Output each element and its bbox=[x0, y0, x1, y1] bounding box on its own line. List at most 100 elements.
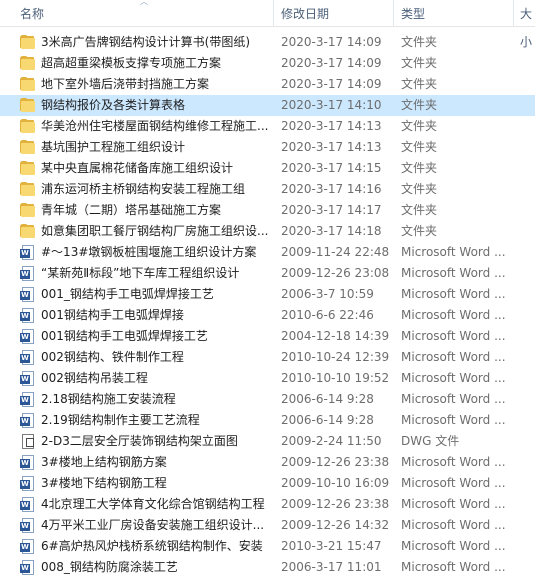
file-name: “某新苑Ⅱ标段”地下车库工程组织设计 bbox=[41, 266, 240, 280]
file-modified-date: 2004-12-18 14:39 bbox=[281, 329, 390, 343]
file-type: Microsoft Word ... bbox=[401, 266, 506, 280]
file-name: 青年城（二期）塔吊基础施工方案 bbox=[41, 203, 222, 217]
file-name: 6#高炉热风炉栈桥系统钢结构制作、安装 bbox=[41, 539, 263, 553]
folder-row[interactable]: 3米高广告牌钢结构设计计算书(带图纸) 2020-3-17 14:09 文件夹 bbox=[0, 32, 535, 53]
file-type: Microsoft Word ... bbox=[401, 329, 506, 343]
column-header-type[interactable]: 类型 bbox=[401, 0, 425, 26]
file-name: 某中央直属棉花储备库施工组织设计 bbox=[41, 161, 234, 175]
word-doc-icon: W bbox=[20, 350, 36, 365]
file-type: DWG 文件 bbox=[401, 434, 460, 448]
folder-row[interactable]: 如意集团职工餐厅钢结构厂房施工组织设... 2020-3-17 14:18 文件夹 bbox=[0, 221, 535, 242]
file-type: Microsoft Word ... bbox=[401, 539, 506, 553]
file-modified-date: 2010-10-24 12:39 bbox=[281, 350, 390, 364]
word-doc-icon: W bbox=[20, 560, 36, 575]
folder-icon bbox=[20, 35, 36, 50]
file-row[interactable]: W “某新苑Ⅱ标段”地下车库工程组织设计 2009-12-26 23:08 Micro… bbox=[0, 263, 535, 284]
folder-icon bbox=[20, 140, 36, 155]
file-name: 2.18钢结构施工安装流程 bbox=[41, 392, 176, 406]
file-row[interactable]: W 002钢结构吊装工程 2010-10-10 19:52 Microsoft Wor… bbox=[0, 368, 535, 389]
file-name: 3#楼地下结构钢筋工程 bbox=[41, 476, 167, 490]
file-type: Microsoft Word ... bbox=[401, 455, 506, 469]
file-modified-date: 2006-6-14 9:28 bbox=[281, 413, 374, 427]
word-doc-icon: W bbox=[20, 329, 36, 344]
file-type: Microsoft Word ... bbox=[401, 518, 506, 532]
column-header-size[interactable]: 大小 bbox=[520, 0, 535, 49]
folder-row[interactable]: 超高超重梁模板支撑专项施工方案 2020-3-17 14:09 文件夹 bbox=[0, 53, 535, 74]
folder-icon bbox=[20, 119, 36, 134]
file-modified-date: 2020-3-17 14:18 bbox=[281, 224, 382, 238]
file-type: 文件夹 bbox=[401, 77, 438, 91]
file-row[interactable]: W 2.19钢结构制作主要工艺流程 2006-6-14 9:28 Microsoft … bbox=[0, 410, 535, 431]
file-name: 如意集团职工餐厅钢结构厂房施工组织设... bbox=[41, 224, 269, 238]
folder-icon bbox=[20, 161, 36, 176]
file-modified-date: 2009-12-26 23:38 bbox=[281, 455, 390, 469]
folder-icon bbox=[20, 203, 36, 218]
word-doc-icon: W bbox=[20, 539, 36, 554]
folder-icon bbox=[20, 56, 36, 71]
word-doc-icon: W bbox=[20, 266, 36, 281]
file-modified-date: 2009-10-10 16:09 bbox=[281, 476, 390, 490]
file-modified-date: 2020-3-17 14:16 bbox=[281, 182, 382, 196]
word-doc-icon: W bbox=[20, 371, 36, 386]
folder-row[interactable]: 地下室外墙后浇带封挡施工方案 2020-3-17 14:09 文件夹 bbox=[0, 74, 535, 95]
file-modified-date: 2009-11-24 22:48 bbox=[281, 245, 390, 259]
word-doc-icon: W bbox=[20, 287, 36, 302]
column-header-date[interactable]: 修改日期 bbox=[281, 0, 329, 26]
file-modified-date: 2009-12-26 14:32 bbox=[281, 518, 390, 532]
file-list: 3米高广告牌钢结构设计计算书(带图纸) 2020-3-17 14:09 文件夹 超高超… bbox=[0, 32, 535, 578]
file-modified-date: 2009-12-26 23:38 bbox=[281, 497, 390, 511]
file-type: 文件夹 bbox=[401, 35, 438, 49]
file-modified-date: 2020-3-17 14:13 bbox=[281, 119, 382, 133]
file-modified-date: 2020-3-17 14:10 bbox=[281, 98, 382, 112]
file-type: Microsoft Word ... bbox=[401, 413, 506, 427]
column-divider[interactable] bbox=[393, 0, 394, 26]
column-header-name[interactable]: 名称 bbox=[20, 0, 44, 26]
file-row[interactable]: W 002钢结构、铁件制作工程 2010-10-24 12:39 Microsoft … bbox=[0, 347, 535, 368]
file-row[interactable]: W 3#楼地下结构钢筋工程 2009-10-10 16:09 Microsoft Wo… bbox=[0, 473, 535, 494]
file-row[interactable]: W 6#高炉热风炉栈桥系统钢结构制作、安装 2010-3-21 15:47 Micro… bbox=[0, 536, 535, 557]
folder-icon bbox=[20, 98, 36, 113]
file-row[interactable]: W 001钢结构手工电弧焊焊接工艺 2004-12-18 14:39 Microsof… bbox=[0, 326, 535, 347]
column-divider[interactable] bbox=[513, 0, 514, 26]
folder-row[interactable]: 华美沧州住宅楼屋面钢结构维修工程施工... 2020-3-17 14:13 文件夹 bbox=[0, 116, 535, 137]
folder-row[interactable]: 青年城（二期）塔吊基础施工方案 2020-3-17 14:17 文件夹 bbox=[0, 200, 535, 221]
file-row[interactable]: W 001钢结构手工电弧焊焊接 2010-6-6 22:46 Microsoft Wo… bbox=[0, 305, 535, 326]
file-type: 文件夹 bbox=[401, 98, 438, 112]
file-row[interactable]: W #～13#墩钢板桩围堰施工组织设计方案 2009-11-24 22:48 Micr… bbox=[0, 242, 535, 263]
file-name: 浦东运河桥主桥钢结构安装工程施工组 bbox=[41, 182, 246, 196]
folder-row[interactable]: 基坑围护工程施工组织设计 2020-3-17 14:13 文件夹 bbox=[0, 137, 535, 158]
folder-icon bbox=[20, 77, 36, 92]
file-modified-date: 2010-10-10 19:52 bbox=[281, 371, 390, 385]
file-modified-date: 2010-6-6 22:46 bbox=[281, 308, 374, 322]
file-name: 钢结构报价及各类计算表格 bbox=[41, 98, 186, 112]
file-row[interactable]: W 4北京理工大学体育文化综合馆钢结构工程 2009-12-26 23:38 Micr… bbox=[0, 494, 535, 515]
file-type: 文件夹 bbox=[401, 119, 438, 133]
file-name: 超高超重梁模板支撑专项施工方案 bbox=[41, 56, 222, 70]
file-type: Microsoft Word ... bbox=[401, 308, 506, 322]
column-divider[interactable] bbox=[273, 0, 274, 26]
file-name: 002钢结构、铁件制作工程 bbox=[41, 350, 184, 364]
file-name: 华美沧州住宅楼屋面钢结构维修工程施工... bbox=[41, 119, 269, 133]
file-name: 4北京理工大学体育文化综合馆钢结构工程 bbox=[41, 497, 265, 511]
file-row[interactable]: W 008_钢结构防腐涂装工艺 2006-3-17 11:01 Microsoft W… bbox=[0, 557, 535, 578]
file-type: Microsoft Word ... bbox=[401, 350, 506, 364]
folder-row[interactable]: 浦东运河桥主桥钢结构安装工程施工组 2020-3-17 14:16 文件夹 bbox=[0, 179, 535, 200]
folder-row[interactable]: 某中央直属棉花储备库施工组织设计 2020-3-17 14:15 文件夹 bbox=[0, 158, 535, 179]
word-doc-icon: W bbox=[20, 413, 36, 428]
file-name: 001钢结构手工电弧焊焊接工艺 bbox=[41, 329, 208, 343]
file-name: 001钢结构手工电弧焊焊接 bbox=[41, 308, 184, 322]
folder-icon bbox=[20, 182, 36, 197]
file-type: 文件夹 bbox=[401, 203, 438, 217]
file-row[interactable]: W 001_钢结构手工电弧焊焊接工艺 2006-3-7 10:59 Microsoft… bbox=[0, 284, 535, 305]
file-modified-date: 2006-3-7 10:59 bbox=[281, 287, 374, 301]
file-modified-date: 2020-3-17 14:13 bbox=[281, 140, 382, 154]
file-modified-date: 2009-12-26 23:08 bbox=[281, 266, 390, 280]
file-modified-date: 2009-2-24 11:50 bbox=[281, 434, 382, 448]
word-doc-icon: W bbox=[20, 245, 36, 260]
file-name: 3米高广告牌钢结构设计计算书(带图纸) bbox=[41, 35, 250, 49]
file-row[interactable]: W 2.18钢结构施工安装流程 2006-6-14 9:28 Microsoft Wo… bbox=[0, 389, 535, 410]
file-row[interactable]: W 3#楼地上结构钢筋方案 2009-12-26 23:38 Microsoft Wo… bbox=[0, 452, 535, 473]
file-row[interactable]: 2-D3二层安全厅装饰钢结构架立面图 2009-2-24 11:50 DWG 文件 bbox=[0, 431, 535, 452]
folder-row[interactable]: 钢结构报价及各类计算表格 2020-3-17 14:10 文件夹 bbox=[0, 95, 535, 116]
file-row[interactable]: W 4万平米工业厂房设备安装施工组织设计... 2009-12-26 14:32 Mi… bbox=[0, 515, 535, 536]
